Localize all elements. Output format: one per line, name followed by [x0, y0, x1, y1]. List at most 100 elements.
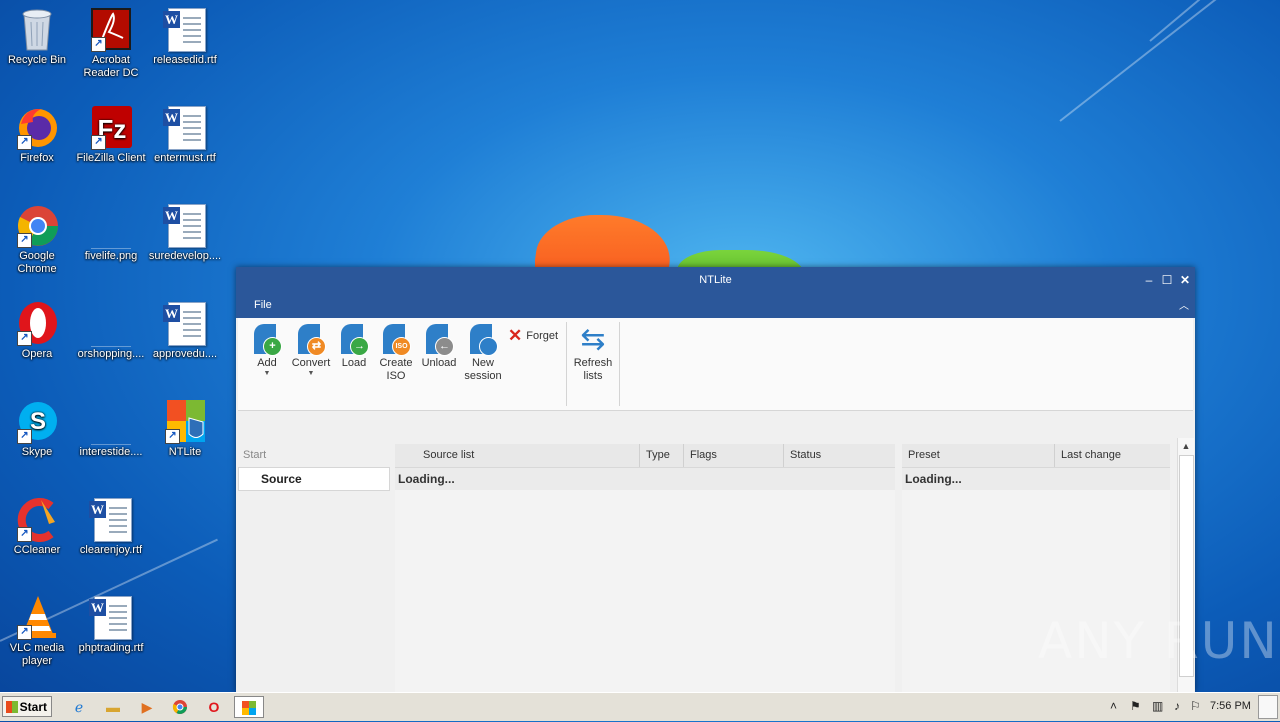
add-button[interactable]: + Add ▼ [248, 324, 286, 378]
left-navigation: Start Source [238, 443, 390, 491]
dropdown-arrow-icon: ▼ [263, 370, 271, 377]
red-x-icon: ✕ [508, 326, 523, 345]
ntlite-taskbar-icon[interactable] [234, 696, 264, 718]
convert-button[interactable]: ⇄ Convert ▼ [289, 324, 333, 378]
desktop-icon-opera[interactable]: ↗ Opera [0, 300, 74, 361]
ribbon-separator [566, 322, 567, 406]
menu-bar: File ︿ [236, 294, 1195, 318]
file-explorer-icon[interactable]: ▬ [101, 696, 125, 718]
new-session-icon [468, 324, 498, 356]
desktop-icon-acrobat-reader[interactable]: ↗ Acrobat Reader DC [74, 6, 148, 80]
taskbar: Start ℯ ▬ ▶ O ˄ ⚑ ▥ ♪ ⚐ 7:56 PM [0, 692, 1280, 721]
chrome-icon: ↗ [15, 202, 59, 248]
desktop-icon-fivelife-png[interactable]: fivelife.png [74, 202, 148, 263]
windows-wallpaper-logo [535, 215, 805, 275]
desktop-icon-approvedu[interactable]: W approvedu.... [148, 300, 222, 361]
collapse-ribbon-icon[interactable]: ︿ [1179, 297, 1189, 312]
acrobat-icon: ↗ [89, 6, 133, 52]
add-icon: + [252, 324, 282, 356]
refresh-icon: ⇆ [580, 323, 606, 356]
scroll-up-icon[interactable]: ▲ [1178, 438, 1194, 454]
menu-file[interactable]: File [254, 299, 272, 311]
desktop-icon-suredevelop[interactable]: W suredevelop.... [148, 202, 222, 263]
unload-button[interactable]: ← Unload [418, 324, 460, 370]
desktop-icon-phptrading-rtf[interactable]: W phptrading.rtf [74, 594, 148, 655]
desktop-icon-orshopping[interactable]: orshopping.... [74, 300, 148, 361]
refresh-lists-button[interactable]: ⇆ Refresh lists [570, 324, 616, 383]
convert-icon: ⇄ [296, 324, 326, 356]
desktop-icon-vlc[interactable]: ↗ VLC media player [0, 594, 74, 668]
window-title: NTLite [699, 274, 732, 286]
new-session-button[interactable]: New session [460, 324, 506, 383]
nav-source[interactable]: Source [238, 467, 390, 491]
opera-taskbar-icon[interactable]: O [202, 696, 226, 718]
column-source-list[interactable]: Source list [395, 444, 640, 467]
windows-flag-icon [6, 701, 18, 713]
blank-file-icon [89, 202, 133, 249]
show-desktop-button[interactable] [1258, 695, 1278, 719]
nav-start[interactable]: Start [238, 443, 390, 467]
word-document-icon: W [89, 496, 133, 542]
close-icon[interactable]: ✕ [1177, 272, 1193, 288]
desktop-icon-ntlite[interactable]: ↗ NTLite [148, 398, 222, 459]
desktop-icon-interestide[interactable]: interestide.... [74, 398, 148, 459]
word-document-icon: W [163, 6, 207, 52]
source-grid-header: Source list Type Flags Status [395, 444, 895, 468]
maximize-icon[interactable]: ☐ [1159, 272, 1175, 288]
window-titlebar[interactable]: NTLite – ☐ ✕ [236, 267, 1195, 294]
column-type[interactable]: Type [640, 444, 684, 467]
column-flags[interactable]: Flags [684, 444, 784, 467]
desktop-icon-google-chrome[interactable]: ↗ Google Chrome [0, 202, 74, 276]
opera-icon: ↗ [15, 300, 59, 346]
show-hidden-icons-icon[interactable]: ˄ [1110, 699, 1117, 713]
dropdown-arrow-icon: ▼ [307, 370, 315, 377]
desktop-icon-ccleaner[interactable]: ↗ CCleaner [0, 496, 74, 557]
desktop-icon-recycle-bin[interactable]: Recycle Bin [0, 6, 74, 67]
ribbon-separator [619, 322, 620, 406]
unload-icon: ← [424, 324, 454, 356]
load-icon: → [339, 324, 369, 356]
desktop-icon-firefox[interactable]: ↗ Firefox [0, 104, 74, 165]
desktop-icon-filezilla[interactable]: Fz ↗ FileZilla Client [74, 104, 148, 165]
desktop-icon-clearenjoy-rtf[interactable]: W clearenjoy.rtf [74, 496, 148, 557]
desktop-icon-releasedid-rtf[interactable]: W releasedid.rtf [148, 6, 222, 67]
word-document-icon: W [89, 594, 133, 640]
preset-grid-header: Preset Last change [902, 444, 1170, 468]
action-center-icon[interactable]: ⚑ [1130, 699, 1141, 713]
column-last-change[interactable]: Last change [1055, 444, 1170, 467]
start-button[interactable]: Start [2, 696, 52, 717]
svg-text:S: S [30, 408, 46, 435]
vlc-cone-icon: ↗ [15, 594, 59, 640]
minimize-icon[interactable]: – [1141, 272, 1157, 288]
blank-file-icon [89, 398, 133, 445]
blank-file-icon [89, 300, 133, 347]
source-list-grid: Source list Type Flags Status Loading... [395, 444, 895, 692]
taskbar-clock[interactable]: 7:56 PM [1210, 700, 1251, 712]
recycle-bin-icon [15, 6, 59, 52]
ribbon-toolbar: + Add ▼ ⇄ Convert ▼ → Load ISO Create IS… [238, 318, 1193, 411]
volume-icon[interactable]: ♪ [1174, 699, 1180, 713]
desktop-icon-skype[interactable]: S ↗ Skype [0, 398, 74, 459]
anyrun-watermark: ANY RUN [1038, 612, 1279, 670]
iso-disc-icon: ISO [381, 324, 411, 356]
source-loading-row: Loading... [395, 468, 895, 490]
create-iso-button[interactable]: ISO Create ISO [376, 324, 416, 383]
desktop-icon-entermust-rtf[interactable]: W entermust.rtf [148, 104, 222, 165]
firefox-icon: ↗ [15, 104, 59, 150]
filezilla-icon: Fz ↗ [89, 104, 133, 150]
internet-explorer-icon[interactable]: ℯ [67, 696, 91, 718]
ntlite-icon: ↗ [163, 398, 207, 444]
preset-loading-row: Loading... [902, 468, 1170, 490]
word-document-icon: W [163, 202, 207, 248]
media-player-icon[interactable]: ▶ [135, 696, 159, 718]
load-button[interactable]: → Load [336, 324, 372, 370]
column-status[interactable]: Status [784, 444, 895, 467]
skype-icon: S ↗ [15, 398, 59, 444]
forget-button[interactable]: ✕ Forget [508, 326, 558, 346]
column-preset[interactable]: Preset [902, 444, 1055, 467]
chrome-taskbar-icon[interactable] [168, 696, 192, 718]
network-icon[interactable]: ▥ [1152, 699, 1163, 713]
ccleaner-icon: ↗ [15, 496, 59, 542]
flag-icon[interactable]: ⚐ [1190, 699, 1201, 713]
word-document-icon: W [163, 104, 207, 150]
